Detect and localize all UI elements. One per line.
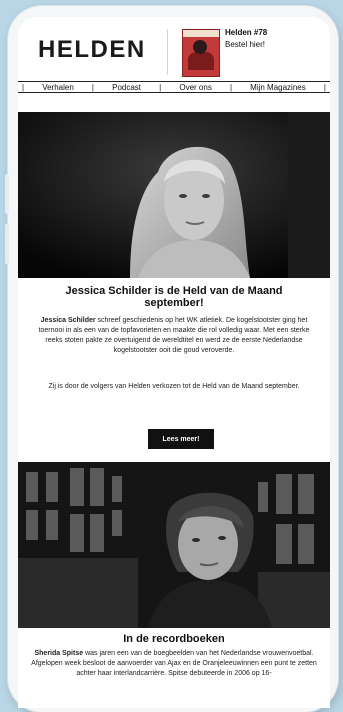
magazine-title[interactable]: Helden #78 <box>225 28 267 37</box>
article2-lead-name: Sherida Spitse <box>34 650 84 657</box>
main-navigation: | Verhalen | Podcast | Over ons | Mijn M… <box>18 81 330 93</box>
read-more-button[interactable]: Lees meer! <box>148 429 214 449</box>
nav-separator: | <box>91 82 94 92</box>
power-button <box>5 224 9 264</box>
article1-title-line1: Jessica Schilder is de Held van de Maand <box>65 285 283 297</box>
nav-separator: | <box>159 82 162 92</box>
nav-item-verhalen[interactable]: Verhalen <box>42 83 74 92</box>
sherida-spitse-photo[interactable] <box>18 462 330 628</box>
nav-separator: | <box>22 82 25 92</box>
article1-body: Zij is door de volgers van Helden verkoz… <box>48 383 300 390</box>
article1-intro: Jessica Schilder schreef geschiedenis op… <box>30 316 318 356</box>
nav-item-mijn-magazines[interactable]: Mijn Magazines <box>250 83 306 92</box>
nav-separator: | <box>229 82 233 92</box>
volume-button <box>5 174 9 214</box>
article1-title[interactable]: Jessica Schilder is de Held van de Maand… <box>24 285 324 309</box>
article2-title[interactable]: In de recordboeken <box>24 633 324 645</box>
nav-item-podcast[interactable]: Podcast <box>112 83 141 92</box>
order-link[interactable]: Bestel hier! <box>225 40 265 49</box>
magazine-cover-image[interactable] <box>182 29 220 77</box>
article2-intro: Sherida Spitse was jaren een van de boeg… <box>30 649 318 679</box>
nav-item-over-ons[interactable]: Over ons <box>179 83 211 92</box>
helden-logo[interactable]: HELDEN <box>38 36 146 64</box>
email-screen: HELDEN Helden #78 Bestel hier! | Verhale… <box>18 17 330 708</box>
article1-lead-name: Jessica Schilder <box>40 317 96 324</box>
jessica-schilder-photo[interactable] <box>18 112 330 278</box>
article1-title-line2: september! <box>144 297 204 309</box>
nav-separator: | <box>323 82 326 92</box>
header-divider <box>167 29 168 75</box>
newsletter-header: HELDEN Helden #78 Bestel hier! <box>18 17 330 81</box>
